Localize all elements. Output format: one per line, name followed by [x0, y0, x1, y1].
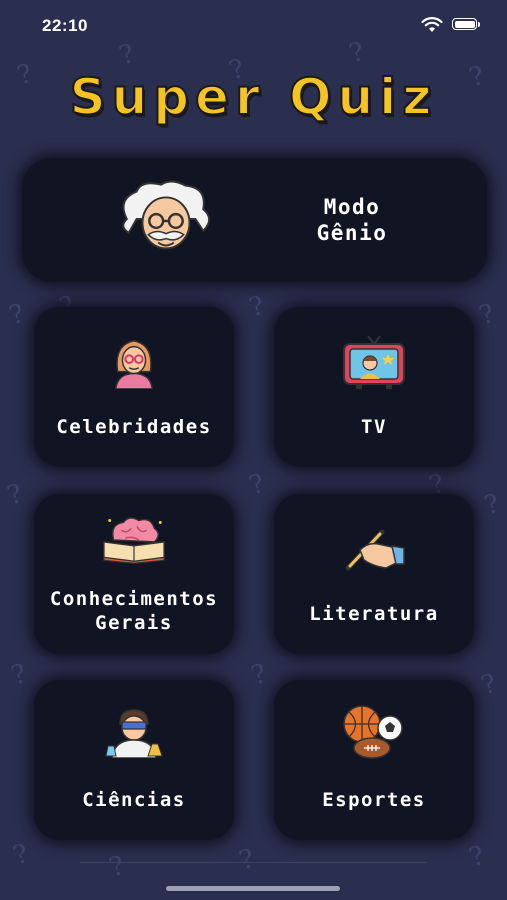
- category-literature-label: Literatura: [309, 603, 439, 625]
- writing-hand-icon: [345, 529, 405, 571]
- celebrity-woman-icon: [115, 340, 153, 389]
- category-literature-button[interactable]: Literatura: [274, 494, 474, 654]
- category-sciences-button[interactable]: Ciências: [34, 680, 234, 840]
- genius-mode-label-line2: Gênio: [316, 221, 388, 245]
- app-title: Super Quiz: [69, 67, 438, 127]
- category-sports-button[interactable]: Esportes: [274, 680, 474, 840]
- bottom-divider: [80, 862, 427, 863]
- category-tv-label: TV: [361, 416, 387, 438]
- genius-mode-label-line1: Modo: [323, 195, 381, 219]
- category-celebrities-button[interactable]: Celebridades: [34, 307, 234, 467]
- status-bar: 22:10: [0, 0, 507, 52]
- category-general-knowledge-label-line1: Conhecimentos: [49, 588, 219, 610]
- category-general-knowledge-label-line2: Gerais: [95, 612, 173, 634]
- home-indicator[interactable]: [166, 886, 340, 891]
- brain-book-icon: [103, 517, 165, 564]
- einstein-icon: [122, 180, 211, 250]
- battery-icon: [452, 18, 480, 30]
- scientist-icon: [105, 709, 163, 758]
- genius-mode-label: Modo Gênio: [272, 194, 432, 246]
- status-time: 22:10: [42, 16, 88, 35]
- category-sciences-label: Ciências: [82, 789, 186, 811]
- category-general-knowledge-label: Conhecimentos Gerais: [34, 587, 234, 635]
- category-sports-label: Esportes: [322, 789, 426, 811]
- tv-icon: [343, 335, 405, 389]
- genius-mode-button[interactable]: Modo Gênio: [22, 158, 487, 282]
- category-general-knowledge-button[interactable]: Conhecimentos Gerais: [34, 494, 234, 654]
- sports-balls-icon: [343, 705, 403, 759]
- wifi-icon: [421, 17, 443, 32]
- category-celebrities-label: Celebridades: [56, 416, 212, 438]
- category-tv-button[interactable]: TV: [274, 307, 474, 467]
